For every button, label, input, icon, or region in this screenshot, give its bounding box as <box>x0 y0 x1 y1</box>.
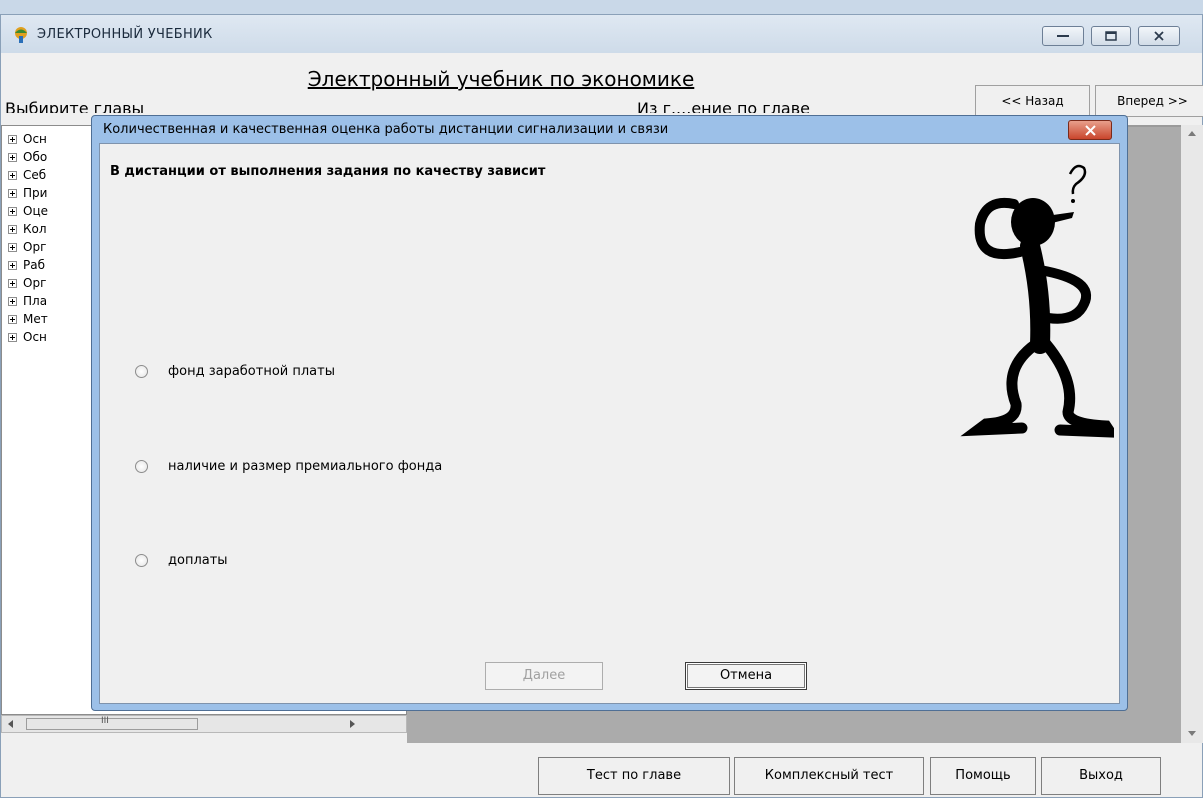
answer-option[interactable]: наличие и размер премиального фонда <box>135 459 442 479</box>
tree-item-label: При <box>23 186 48 200</box>
next-button[interactable]: Далее <box>485 662 603 690</box>
expand-icon[interactable] <box>8 207 17 216</box>
app-icon <box>15 27 27 43</box>
maximize-button[interactable] <box>1091 26 1131 46</box>
option-label: фонд заработной платы <box>168 364 335 379</box>
answer-option[interactable]: фонд заработной платы <box>135 364 335 384</box>
expand-icon[interactable] <box>8 225 17 234</box>
scroll-down-icon[interactable] <box>1188 731 1196 736</box>
complex-test-button[interactable]: Комплексный тест <box>734 757 924 795</box>
thumb-grip: III <box>101 716 109 726</box>
close-icon <box>1154 31 1164 41</box>
radio-button[interactable] <box>135 365 148 378</box>
tree-item-label: Мет <box>23 312 48 326</box>
tree-item[interactable]: Осн <box>8 132 47 150</box>
expand-icon[interactable] <box>8 261 17 270</box>
tree-item[interactable]: Себ <box>8 168 46 186</box>
cancel-button[interactable]: Отмена <box>685 662 807 690</box>
tree-item[interactable]: Осн <box>8 330 47 348</box>
tree-item[interactable]: Орг <box>8 276 46 294</box>
tree-item[interactable]: Кол <box>8 222 47 240</box>
expand-icon[interactable] <box>8 171 17 180</box>
back-button[interactable]: << Назад <box>975 85 1090 117</box>
tree-item-label: Обо <box>23 150 48 164</box>
tree-item-label: Пла <box>23 294 48 308</box>
dialog-close-button[interactable] <box>1068 120 1112 140</box>
horizontal-scrollbar[interactable]: III <box>1 715 407 733</box>
tree-item-label: Себ <box>23 168 47 182</box>
scroll-thumb[interactable]: III <box>26 716 198 730</box>
tree-item-label: Кол <box>23 222 47 236</box>
tree-item[interactable]: Раб <box>8 258 45 276</box>
book-title: Электронный учебник по экономике <box>307 67 695 91</box>
dialog-body: В дистанции от выполнения задания по кач… <box>99 143 1120 704</box>
option-label: доплаты <box>168 553 228 568</box>
close-button[interactable] <box>1138 26 1180 46</box>
scroll-right-icon[interactable] <box>350 720 355 728</box>
expand-icon[interactable] <box>8 279 17 288</box>
test-dialog: Количественная и качественная оценка раб… <box>91 115 1128 711</box>
expand-icon[interactable] <box>8 243 17 252</box>
minimize-icon <box>1057 35 1069 37</box>
exit-button[interactable]: Выход <box>1041 757 1161 795</box>
tree-item-label: Оце <box>23 204 48 218</box>
expand-icon[interactable] <box>8 297 17 306</box>
chapter-test-button[interactable]: Тест по главе <box>538 757 730 795</box>
tree-item-label: Раб <box>23 258 45 272</box>
forward-button[interactable]: Вперед >> <box>1095 85 1203 117</box>
close-icon <box>1085 125 1096 136</box>
thinking-man-icon <box>960 164 1114 438</box>
answer-option[interactable]: доплаты <box>135 553 228 573</box>
question-text: В дистанции от выполнения задания по кач… <box>110 164 546 179</box>
expand-icon[interactable] <box>8 189 17 198</box>
radio-button[interactable] <box>135 460 148 473</box>
title-bar[interactable]: ЭЛЕКТРОННЫЙ УЧЕБНИК <box>1 15 1202 53</box>
help-button[interactable]: Помощь <box>930 757 1036 795</box>
tree-item[interactable]: Мет <box>8 312 48 330</box>
dialog-title: Количественная и качественная оценка раб… <box>103 122 669 137</box>
tree-item[interactable]: Обо <box>8 150 47 168</box>
tree-item[interactable]: При <box>8 186 47 204</box>
scroll-up-icon[interactable] <box>1188 131 1196 136</box>
window-title: ЭЛЕКТРОННЫЙ УЧЕБНИК <box>37 27 213 42</box>
tree-item-label: Орг <box>23 240 47 254</box>
tree-item-label: Орг <box>23 276 47 290</box>
tree-item[interactable]: Пла <box>8 294 47 312</box>
maximize-icon <box>1105 31 1117 41</box>
vertical-scrollbar[interactable] <box>1181 125 1203 743</box>
option-label: наличие и размер премиального фонда <box>168 459 443 474</box>
tree-item-label: Осн <box>23 330 47 344</box>
tree-item[interactable]: Оце <box>8 204 48 222</box>
expand-icon[interactable] <box>8 153 17 162</box>
expand-icon[interactable] <box>8 333 17 342</box>
tree-item-label: Осн <box>23 132 47 146</box>
radio-button[interactable] <box>135 554 148 567</box>
tree-item[interactable]: Орг <box>8 240 46 258</box>
scroll-left-icon[interactable] <box>8 720 13 728</box>
expand-icon[interactable] <box>8 135 17 144</box>
minimize-button[interactable] <box>1042 26 1084 46</box>
expand-icon[interactable] <box>8 315 17 324</box>
